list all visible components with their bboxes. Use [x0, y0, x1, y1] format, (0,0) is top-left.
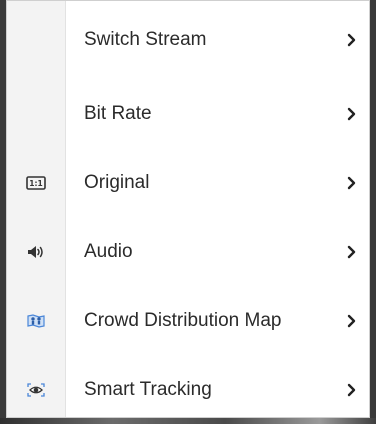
menu-item-switch-stream[interactable]: Switch Stream [7, 1, 369, 79]
empty-icon-slot [7, 1, 65, 79]
eye-tracking-icon [7, 355, 65, 417]
speaker-icon [7, 217, 65, 286]
menu-item-audio[interactable]: Audio [7, 217, 369, 286]
chevron-right-icon [347, 148, 357, 217]
menu-item-label: Bit Rate [84, 102, 152, 124]
menu-items: Switch Stream Bit Rate 1:1 Original Audi… [7, 1, 369, 417]
one-to-one-ratio-icon: 1:1 [7, 148, 65, 217]
background-video-strip [0, 418, 376, 424]
context-menu: Switch Stream Bit Rate 1:1 Original Audi… [6, 0, 370, 418]
chevron-right-icon [347, 79, 357, 148]
menu-item-crowd-distribution-map[interactable]: Crowd Distribution Map [7, 286, 369, 355]
menu-item-original[interactable]: 1:1 Original [7, 148, 369, 217]
chevron-right-icon [347, 217, 357, 286]
chevron-right-icon [347, 1, 357, 79]
chevron-right-icon [347, 286, 357, 355]
menu-item-label: Switch Stream [84, 29, 207, 50]
empty-icon-slot [7, 79, 65, 148]
menu-item-label: Smart Tracking [84, 378, 212, 400]
svg-text:1:1: 1:1 [29, 179, 42, 188]
menu-item-label: Original [84, 171, 150, 193]
crowd-map-icon [7, 286, 65, 355]
menu-item-smart-tracking[interactable]: Smart Tracking [7, 355, 369, 417]
chevron-right-icon [347, 355, 357, 417]
menu-item-label: Crowd Distribution Map [84, 309, 282, 331]
menu-item-label: Audio [84, 240, 133, 262]
menu-item-bit-rate[interactable]: Bit Rate [7, 79, 369, 148]
